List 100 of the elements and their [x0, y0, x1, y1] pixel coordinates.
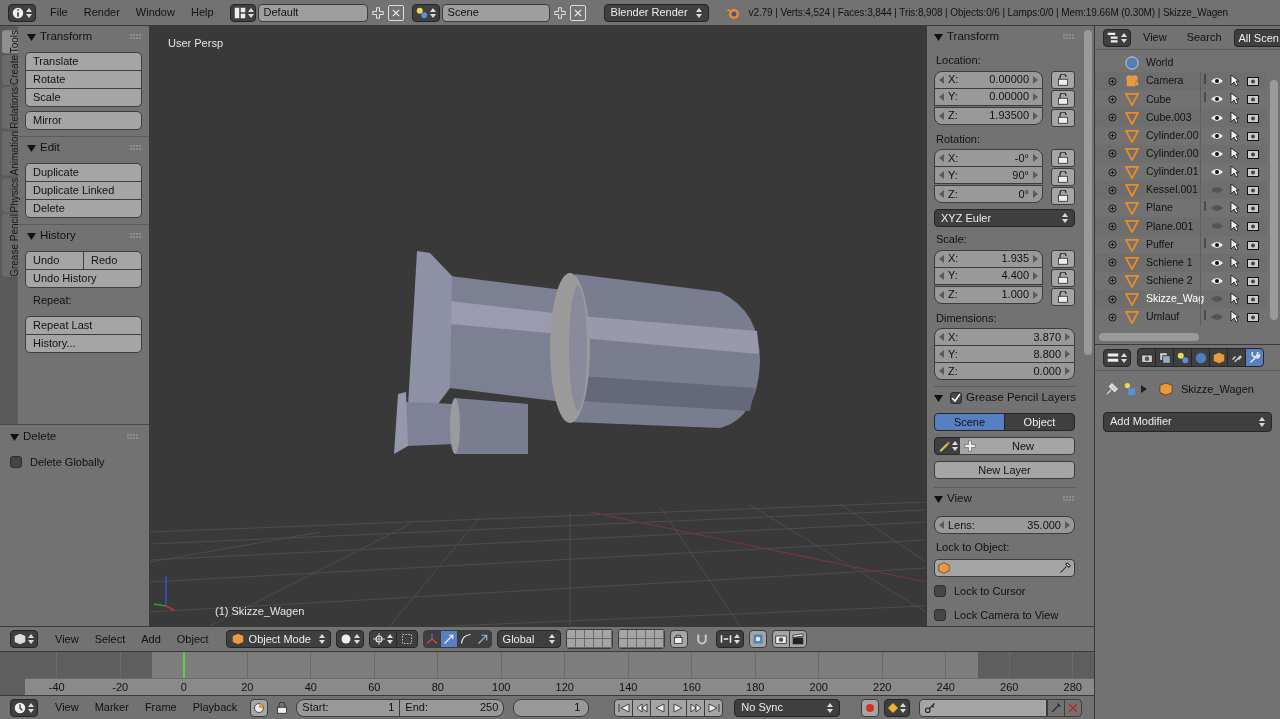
close-button[interactable]: [569, 4, 586, 21]
outliner-row[interactable]: Cube.003: [1095, 108, 1267, 127]
outliner-row[interactable]: Plane.001: [1095, 217, 1267, 236]
checkbox-box[interactable]: [950, 392, 962, 404]
menu-item[interactable]: View: [47, 630, 87, 648]
layer-grid[interactable]: [617, 629, 665, 649]
display-mode-dropdown[interactable]: All Scen: [1233, 28, 1280, 47]
eye-icon[interactable]: [1211, 95, 1223, 104]
jump-start-button[interactable]: [614, 698, 634, 717]
expand-toggle-icon[interactable]: [1108, 203, 1117, 213]
menu-item[interactable]: View: [1135, 28, 1175, 47]
render-engine-dropdown[interactable]: Blender Render: [603, 3, 709, 22]
scene-name-field[interactable]: Scene: [441, 3, 550, 22]
editor-type-button[interactable]: [8, 3, 36, 22]
menu-item[interactable]: Playback: [184, 698, 246, 717]
menu-item[interactable]: Frame: [136, 698, 185, 717]
expand-toggle-icon[interactable]: [1108, 294, 1117, 304]
current-frame-field[interactable]: 1: [513, 698, 590, 717]
cursor-icon[interactable]: [1230, 147, 1240, 160]
dots-toggle[interactable]: [395, 630, 418, 648]
lock-toggle[interactable]: [1051, 89, 1075, 108]
record-button[interactable]: [861, 698, 880, 717]
scrollbar[interactable]: [1099, 333, 1199, 342]
add-button[interactable]: [369, 4, 386, 21]
pivot-dropdown[interactable]: [368, 630, 397, 648]
lock-toggle[interactable]: [1051, 187, 1075, 205]
number-field[interactable]: Z: 0°: [934, 185, 1043, 203]
tool-button[interactable]: Redo: [83, 251, 142, 270]
expand-toggle-icon[interactable]: [1108, 312, 1117, 322]
tool-button[interactable]: Delete: [25, 199, 142, 218]
render-camera-icon[interactable]: [1247, 257, 1259, 268]
layout-selector-button[interactable]: [229, 3, 256, 22]
start-frame-field[interactable]: Start: 1: [296, 698, 401, 717]
properties-tab[interactable]: [1245, 348, 1264, 367]
render-camera-icon[interactable]: [1247, 312, 1259, 323]
orientation-dropdown[interactable]: Global: [496, 630, 561, 648]
menu-item[interactable]: Add: [133, 630, 169, 648]
number-field[interactable]: X: 0.00000: [934, 70, 1043, 89]
scrollbar[interactable]: [1269, 80, 1278, 320]
expand-toggle-icon[interactable]: [1108, 258, 1117, 268]
brush-selector-button[interactable]: [934, 437, 960, 455]
cursor-icon[interactable]: [1230, 293, 1240, 306]
checkbox[interactable]: Delete Globally: [10, 454, 139, 471]
cursor-icon[interactable]: [1230, 166, 1240, 178]
snap-target-toggle[interactable]: [748, 630, 767, 648]
menu-item[interactable]: Help: [182, 3, 222, 22]
number-field[interactable]: Z: 1.000: [934, 285, 1043, 304]
object-field[interactable]: [934, 558, 1075, 577]
menu-item[interactable]: Marker: [86, 698, 137, 717]
cursor-icon[interactable]: [1230, 111, 1240, 124]
scene-selector-button[interactable]: [411, 3, 440, 22]
menu-item[interactable]: View: [47, 698, 87, 717]
cursor-icon[interactable]: [1230, 93, 1240, 106]
shading-dropdown[interactable]: [335, 630, 364, 648]
eye-icon[interactable]: [1211, 113, 1223, 122]
lock-toggle[interactable]: [1051, 268, 1075, 287]
outliner-row[interactable]: Camera: [1095, 72, 1267, 91]
expand-toggle-icon[interactable]: [1108, 222, 1117, 231]
checkbox-box[interactable]: [10, 456, 22, 469]
lock-toggle[interactable]: [1051, 168, 1075, 186]
mode-dropdown[interactable]: Object Mode: [225, 630, 331, 648]
lock-camera-toggle[interactable]: [669, 630, 688, 648]
add-button[interactable]: [551, 4, 568, 21]
number-field[interactable]: Z: 0.000: [934, 362, 1075, 380]
number-field[interactable]: X: 1.935: [934, 249, 1043, 268]
layer-grid[interactable]: [565, 629, 613, 649]
menu-item[interactable]: Object: [168, 630, 217, 648]
manipulator-toggle[interactable]: [422, 630, 441, 648]
menu-item[interactable]: File: [42, 3, 76, 22]
number-field[interactable]: Y: 8.800: [934, 345, 1075, 363]
lock-toggle[interactable]: [1051, 70, 1075, 89]
new-button[interactable]: New: [959, 437, 1075, 455]
editor-type-button[interactable]: [10, 630, 38, 648]
tool-button[interactable]: Mirror: [25, 111, 142, 130]
render-camera-icon[interactable]: [1247, 221, 1259, 232]
triangle-icon[interactable]: [27, 231, 36, 241]
eye-icon[interactable]: [1211, 131, 1223, 140]
render-camera-icon[interactable]: [1247, 94, 1259, 105]
menu-item[interactable]: Render: [75, 3, 128, 22]
source-toggle[interactable]: Object: [1004, 413, 1075, 431]
triangle-icon[interactable]: [934, 393, 943, 403]
expand-toggle-icon[interactable]: [1108, 149, 1117, 159]
number-field[interactable]: Y: 90°: [934, 166, 1043, 184]
source-toggle[interactable]: Scene: [934, 413, 1005, 431]
lock-toggle[interactable]: [1051, 287, 1075, 306]
end-frame-field[interactable]: End: 250: [399, 698, 505, 717]
keying-set-field[interactable]: [919, 698, 1048, 717]
expand-toggle-icon[interactable]: [1108, 94, 1117, 104]
eye-icon[interactable]: [1211, 240, 1223, 249]
triangle-icon[interactable]: [934, 32, 943, 42]
cursor-icon[interactable]: [1230, 311, 1240, 324]
keying-dropdown[interactable]: [884, 698, 911, 717]
next-key-button[interactable]: [686, 698, 706, 717]
menu-item[interactable]: Select: [86, 630, 134, 648]
cursor-icon[interactable]: [1230, 238, 1240, 251]
number-field[interactable]: X: 3.870: [934, 328, 1075, 346]
close-button[interactable]: [387, 4, 404, 21]
menu-item[interactable]: Search: [1178, 28, 1230, 47]
cursor-icon[interactable]: [1230, 184, 1240, 197]
rotation-mode-dropdown[interactable]: XYZ Euler: [934, 209, 1075, 227]
